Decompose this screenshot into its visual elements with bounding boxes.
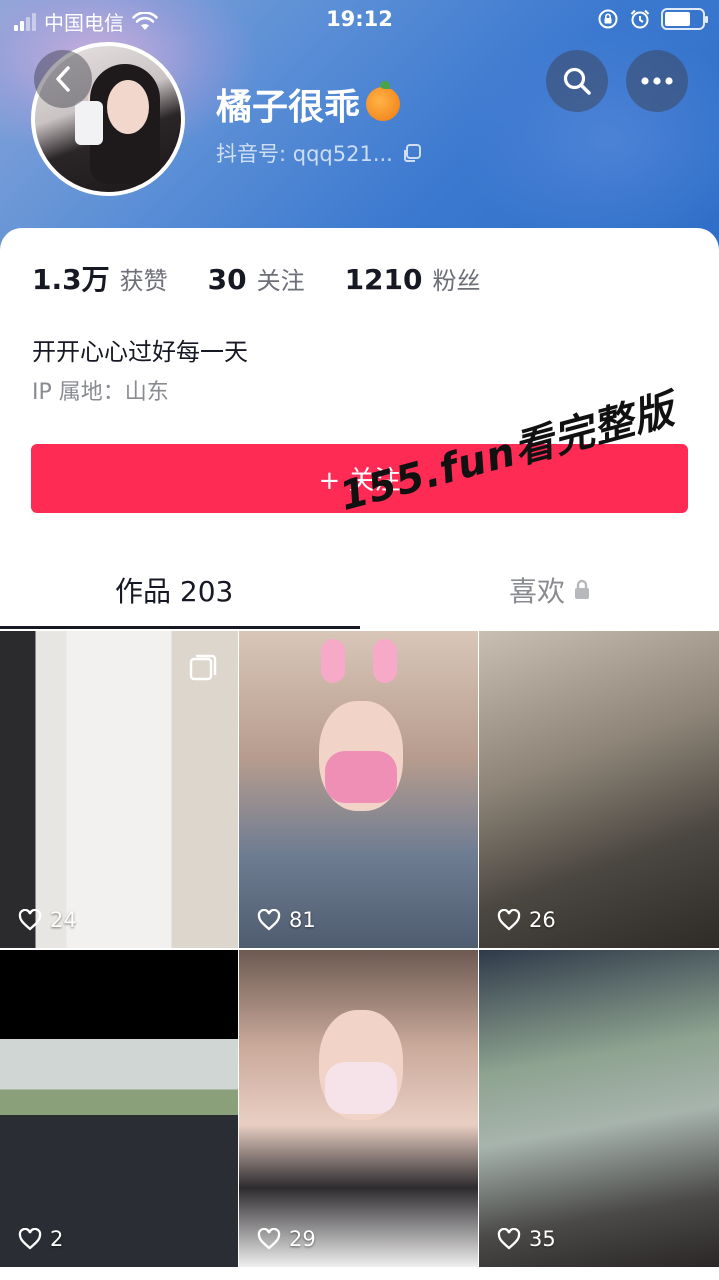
stat-label: 获赞 [119,267,168,295]
douyin-id-text: 抖音号: qqq521... [216,142,393,166]
more-dots-icon [641,77,673,85]
tangerine-emoji-icon [366,81,401,121]
video-thumbnail[interactable]: 29 [239,950,478,1267]
like-count-text: 26 [529,908,556,932]
douyin-id: 抖音号: qqq521... [216,138,423,168]
alarm-icon [630,9,650,29]
chevron-left-icon [56,66,70,92]
video-like-count: 81 [257,908,316,932]
stat-followers[interactable]: 1210 粉丝 [345,261,481,296]
stat-value: 30 [207,263,247,296]
video-like-count: 29 [257,1227,316,1251]
stat-value: 1210 [344,263,423,296]
heart-icon [497,909,521,931]
tab-works[interactable]: 作品 203 [115,570,233,610]
tab-active-indicator [0,626,360,629]
video-like-count: 26 [497,908,556,932]
battery-icon [661,8,708,30]
search-icon [563,67,591,95]
nickname-text: 橘子很乖 [216,87,361,128]
stat-following[interactable]: 30 关注 [208,261,305,296]
video-like-count: 2 [18,1227,63,1251]
video-like-count: 24 [18,908,77,932]
tab-likes-label: 喜欢 [509,575,566,608]
search-button[interactable] [546,50,608,112]
profile-bio: 开开心心过好每一天 [32,338,248,366]
video-grid: 24 81 26 2 29 35 [0,631,719,1267]
video-thumbnail[interactable]: 35 [479,950,719,1267]
heart-icon [18,909,42,931]
content-tabs: 作品 203 喜欢 [0,558,719,632]
heart-icon [18,1228,42,1250]
profile-nickname: 橘子很乖 [216,78,401,130]
tab-likes[interactable]: 喜欢 [509,570,591,610]
lock-icon [575,579,590,599]
video-thumbnail[interactable]: 26 [479,631,719,948]
like-count-text: 35 [529,1227,556,1251]
stat-likes-received[interactable]: 1.3万 获赞 [32,258,168,298]
video-thumbnail[interactable]: 2 [0,950,238,1267]
ip-location: IP 属地：山东 [32,380,169,405]
heart-icon [497,1228,521,1250]
video-thumbnail[interactable]: 24 [0,631,238,948]
like-count-text: 29 [289,1227,316,1251]
video-thumbnail[interactable]: 81 [239,631,478,948]
profile-stats: 1.3万 获赞 30 关注 1210 粉丝 [32,258,521,298]
like-count-text: 24 [50,908,77,932]
rotation-lock-icon [598,9,618,29]
multi-image-icon [189,654,217,681]
status-bar: 中国电信 19:12 [0,0,719,40]
heart-icon [257,909,281,931]
like-count-text: 2 [50,1227,64,1251]
video-like-count: 35 [497,1227,556,1251]
copy-icon[interactable] [401,142,423,164]
stat-value: 1.3万 [32,263,110,296]
heart-icon [257,1228,281,1250]
stat-label: 关注 [256,267,305,295]
back-button[interactable] [34,50,92,108]
more-options-button[interactable] [626,50,688,112]
like-count-text: 81 [289,908,316,932]
stat-label: 粉丝 [432,267,481,295]
